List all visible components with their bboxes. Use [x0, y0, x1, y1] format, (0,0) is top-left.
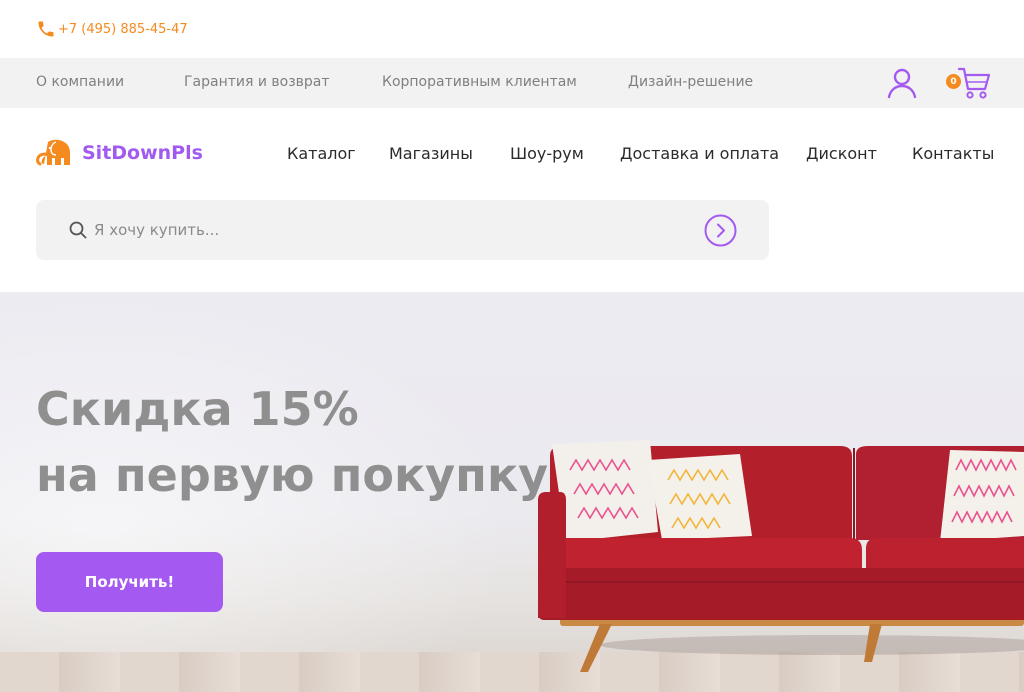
info-nav-design[interactable]: Дизайн-решение [628, 74, 753, 90]
logo-text: SitDownPls [82, 142, 203, 164]
phone-link[interactable]: +7 (495) 885-45-47 [36, 19, 188, 39]
nav-contacts[interactable]: Контакты [912, 144, 994, 163]
phone-icon [38, 21, 54, 37]
logo[interactable]: SitDownPls [36, 138, 203, 168]
top-bar: +7 (495) 885-45-47 [0, 0, 1024, 58]
user-icon[interactable] [886, 67, 918, 99]
hero-title: Скидка 15% на первую покупку [36, 376, 548, 508]
nav-showroom[interactable]: Шоу-рум [510, 144, 584, 163]
info-nav-corporate[interactable]: Корпоративным клиентам [382, 74, 577, 90]
search-icon [69, 221, 87, 239]
search-input[interactable] [94, 216, 694, 244]
sofa-image [538, 440, 1024, 672]
chevron-right-icon[interactable] [704, 214, 737, 247]
search-bar [36, 200, 769, 260]
info-nav-warranty[interactable]: Гарантия и возврат [184, 74, 330, 90]
info-nav-about[interactable]: О компании [36, 74, 124, 90]
nav-stores[interactable]: Магазины [389, 144, 473, 163]
nav-catalog[interactable]: Каталог [287, 144, 356, 163]
elephant-icon [36, 139, 70, 166]
hero-banner: Скидка 15% на первую покупку Получить! [0, 292, 1024, 692]
hero-title-line-2: на первую покупку [36, 448, 549, 502]
nav-delivery[interactable]: Доставка и оплата [620, 144, 779, 163]
get-discount-button[interactable]: Получить! [36, 552, 223, 612]
nav-discount[interactable]: Дисконт [806, 144, 877, 163]
phone-number: +7 (495) 885-45-47 [58, 21, 188, 37]
hero-title-line-1: Скидка 15% [36, 382, 359, 436]
cart-count-badge: 0 [946, 74, 961, 89]
